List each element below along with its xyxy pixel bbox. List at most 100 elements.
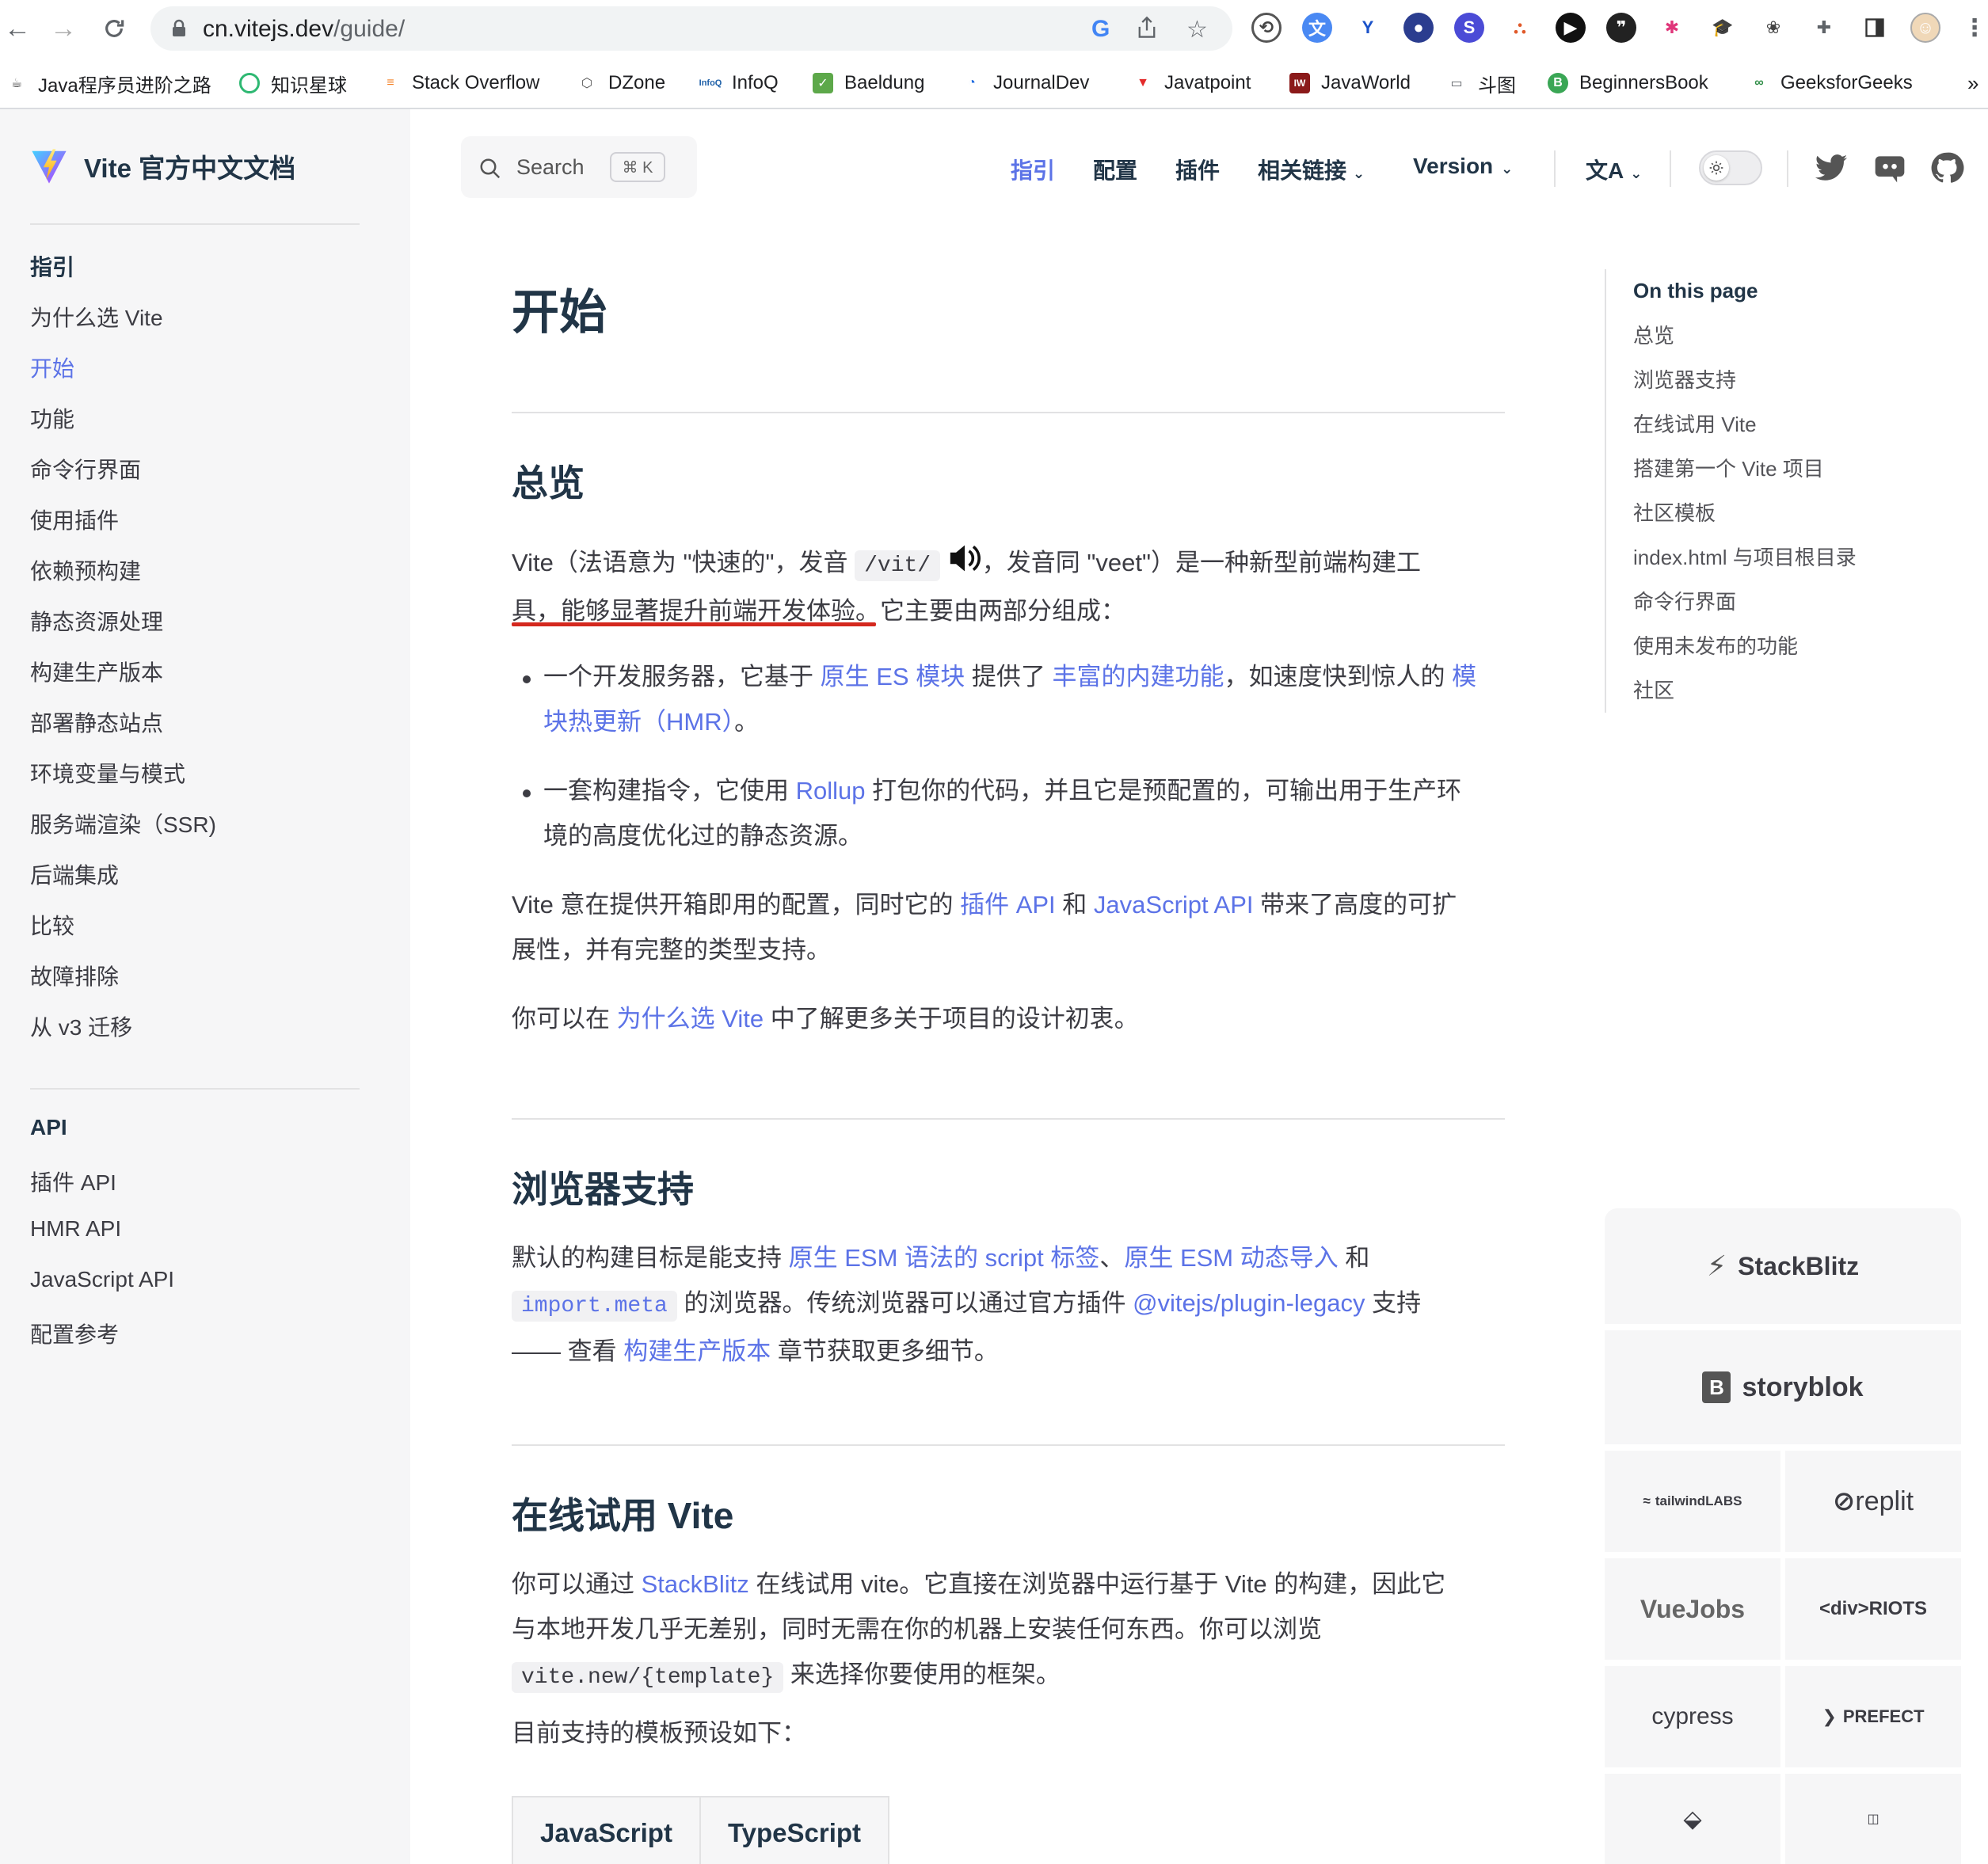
extension-play-icon[interactable]: ▶ xyxy=(1556,13,1586,43)
outline-link[interactable]: 浏览器支持 xyxy=(1633,358,1969,402)
bookmark-item[interactable]: B BeginnersBook xyxy=(1548,68,1708,98)
outline-link[interactable]: 社区模板 xyxy=(1633,491,1969,535)
sidebar-item[interactable]: 插件 API xyxy=(30,1166,116,1197)
bookmark-item[interactable]: ☕ Java程序员进阶之路 xyxy=(6,68,211,98)
link-rollup[interactable]: Rollup xyxy=(796,777,866,805)
link-rich-features[interactable]: 丰富的内建功能 xyxy=(1052,663,1224,690)
sidebar-item[interactable]: 依赖预构建 xyxy=(30,554,141,586)
site-logo-link[interactable]: Vite 官方中文文档 xyxy=(30,147,295,185)
theme-toggle-switch[interactable] xyxy=(1699,150,1762,185)
sponsor-cypress[interactable]: cypress xyxy=(1605,1666,1780,1767)
outline-link[interactable]: 在线试用 Vite xyxy=(1633,402,1969,447)
browser-menu-icon[interactable]: ⋮ xyxy=(1959,13,1988,43)
nav-link-config[interactable]: 配置 xyxy=(1093,154,1137,185)
link-esm-script-tag[interactable]: 原生 ESM 语法的 script 标签 xyxy=(789,1244,1100,1272)
sidebar-item[interactable]: 后端集成 xyxy=(30,858,119,890)
outline-link[interactable]: 总览 xyxy=(1633,314,1969,358)
extension-cap-icon[interactable]: 🎓 xyxy=(1708,13,1738,43)
bookmark-item[interactable]: ▼ Javatpoint xyxy=(1133,68,1251,98)
sponsor-logo-icon[interactable]: ⬙ xyxy=(1605,1774,1780,1864)
bookmark-item[interactable]: IW JavaWorld xyxy=(1289,68,1411,98)
sidebar-item[interactable]: 配置参考 xyxy=(30,1318,119,1349)
bookmark-item[interactable]: ◔ JournalDev xyxy=(962,68,1089,98)
extension-openai-icon[interactable]: ❀ xyxy=(1758,13,1788,43)
sidebar-item[interactable]: 构建生产版本 xyxy=(30,656,163,687)
sidebar-item[interactable]: 命令行界面 xyxy=(30,453,141,485)
sidebar-item[interactable]: 部署静态站点 xyxy=(30,706,163,738)
sidepanel-icon[interactable] xyxy=(1860,13,1890,43)
sidebar-item[interactable]: HMR API xyxy=(30,1216,121,1242)
bookmark-item[interactable]: ⬡ DZone xyxy=(577,68,665,98)
link-plugin-api[interactable]: 插件 API xyxy=(960,891,1056,919)
reload-icon[interactable] xyxy=(97,11,131,46)
google-icon[interactable]: G xyxy=(1091,16,1110,43)
sidebar-item[interactable]: 服务端渲染（SSR) xyxy=(30,808,216,839)
bookmark-folder[interactable]: ▭ 斗图 xyxy=(1446,68,1516,98)
nav-link-plugins[interactable]: 插件 xyxy=(1175,154,1220,185)
link-why-vite[interactable]: 为什么选 Vite xyxy=(617,1005,764,1033)
sponsor-replit[interactable]: ⊘ replit xyxy=(1785,1451,1961,1552)
language-dropdown[interactable]: 文A ⌄ xyxy=(1586,154,1642,185)
extension-tree-icon[interactable]: ⛬ xyxy=(1505,13,1535,43)
sponsor-tailwind[interactable]: ≈ tailwindLABS xyxy=(1605,1451,1780,1552)
speaker-icon[interactable] xyxy=(947,542,982,588)
bookmark-item[interactable]: ✓ Baeldung xyxy=(813,68,924,98)
link-plugin-legacy[interactable]: @vitejs/plugin-legacy xyxy=(1133,1289,1365,1317)
bookmark-item[interactable]: ≡ Stack Overflow xyxy=(380,68,539,98)
extension-quote-icon[interactable]: ❞ xyxy=(1606,13,1636,43)
sponsor-storyblok[interactable]: Bstoryblok xyxy=(1605,1330,1961,1444)
extension-asterisk-icon[interactable]: ✱ xyxy=(1657,13,1687,43)
extensions-puzzle-icon[interactable]: ✚ xyxy=(1809,13,1839,43)
sidebar-item[interactable]: 从 v3 迁移 xyxy=(30,1010,132,1042)
link-import-meta[interactable]: import.meta xyxy=(512,1291,677,1322)
outline-link[interactable]: 社区 xyxy=(1633,668,1969,713)
bookmark-item[interactable]: ∞ GeeksforGeeks xyxy=(1749,68,1913,98)
link-hmr[interactable]: 模 xyxy=(1452,663,1476,690)
search-button[interactable]: Search ⌘ K xyxy=(461,136,697,198)
address-bar[interactable]: cn.vitejs.dev/guide/ G ☆ xyxy=(150,6,1232,51)
nav-link-guide[interactable]: 指引 xyxy=(1011,154,1055,185)
sidebar-item[interactable]: 静态资源处理 xyxy=(30,605,163,637)
outline-link[interactable]: 命令行界面 xyxy=(1633,580,1969,624)
extension-sync-icon[interactable]: ⟲ xyxy=(1251,13,1282,43)
link-hmr-cont[interactable]: 块热更新（HMR） xyxy=(543,708,734,736)
link-native-es-modules[interactable]: 原生 ES 模块 xyxy=(821,663,965,690)
link-stackblitz[interactable]: StackBlitz xyxy=(642,1570,749,1598)
bookmark-item[interactable]: 知识星球 xyxy=(239,68,347,98)
sidebar-item[interactable]: 比较 xyxy=(30,909,74,941)
extension-firefox-icon[interactable]: ● xyxy=(1403,13,1434,43)
share-icon[interactable] xyxy=(1136,16,1158,46)
sidebar-item[interactable]: 开始 xyxy=(30,352,74,383)
sidebar-item[interactable]: 故障排除 xyxy=(30,960,119,991)
bookmark-item[interactable]: InfoQ InfoQ xyxy=(699,68,779,98)
extension-s-icon[interactable]: S xyxy=(1454,13,1484,43)
sidebar-item[interactable]: JavaScript API xyxy=(30,1267,174,1292)
nav-dropdown-links[interactable]: 相关链接 ⌄ xyxy=(1258,154,1365,185)
extension-vuetools-icon[interactable]: Y xyxy=(1353,13,1383,43)
sidebar-item[interactable]: 使用插件 xyxy=(30,504,119,535)
forward-arrow-icon[interactable]: → xyxy=(46,11,81,46)
outline-link[interactable]: 搭建第一个 Vite 项目 xyxy=(1633,447,1969,491)
sidebar-item[interactable]: 环境变量与模式 xyxy=(30,757,185,789)
sponsor-vuejobs[interactable]: VueJobs xyxy=(1605,1558,1780,1660)
sponsor-divriots[interactable]: <div>RIOTS xyxy=(1785,1558,1961,1660)
link-esm-dynamic-import[interactable]: 原生 ESM 动态导入 xyxy=(1124,1244,1338,1272)
sidebar-item[interactable]: 为什么选 Vite xyxy=(30,301,163,333)
nav-dropdown-version[interactable]: Version ⌄ xyxy=(1413,154,1513,179)
github-icon[interactable] xyxy=(1929,150,1964,185)
back-arrow-icon[interactable]: ← xyxy=(0,11,35,46)
sponsor-logo-icon[interactable]: ◫ xyxy=(1785,1774,1961,1864)
link-javascript-api[interactable]: JavaScript API xyxy=(1094,891,1254,919)
extension-translate-icon[interactable]: 文 xyxy=(1302,13,1332,43)
outline-link[interactable]: index.html 与项目根目录 xyxy=(1633,535,1969,580)
link-build-production[interactable]: 构建生产版本 xyxy=(623,1337,771,1365)
sidebar-item[interactable]: 功能 xyxy=(30,402,74,434)
profile-avatar[interactable]: ☺ xyxy=(1910,13,1940,43)
sponsor-prefect[interactable]: ❯ PREFECT xyxy=(1785,1666,1961,1767)
discord-icon[interactable] xyxy=(1872,150,1907,185)
twitter-icon[interactable] xyxy=(1814,150,1849,185)
sponsor-stackblitz[interactable]: ⚡ StackBlitz xyxy=(1605,1208,1961,1324)
outline-link[interactable]: 使用未发布的功能 xyxy=(1633,624,1969,668)
more-bookmarks-chevron[interactable]: » xyxy=(1967,68,1978,98)
star-bookmark-icon[interactable]: ☆ xyxy=(1186,16,1208,44)
